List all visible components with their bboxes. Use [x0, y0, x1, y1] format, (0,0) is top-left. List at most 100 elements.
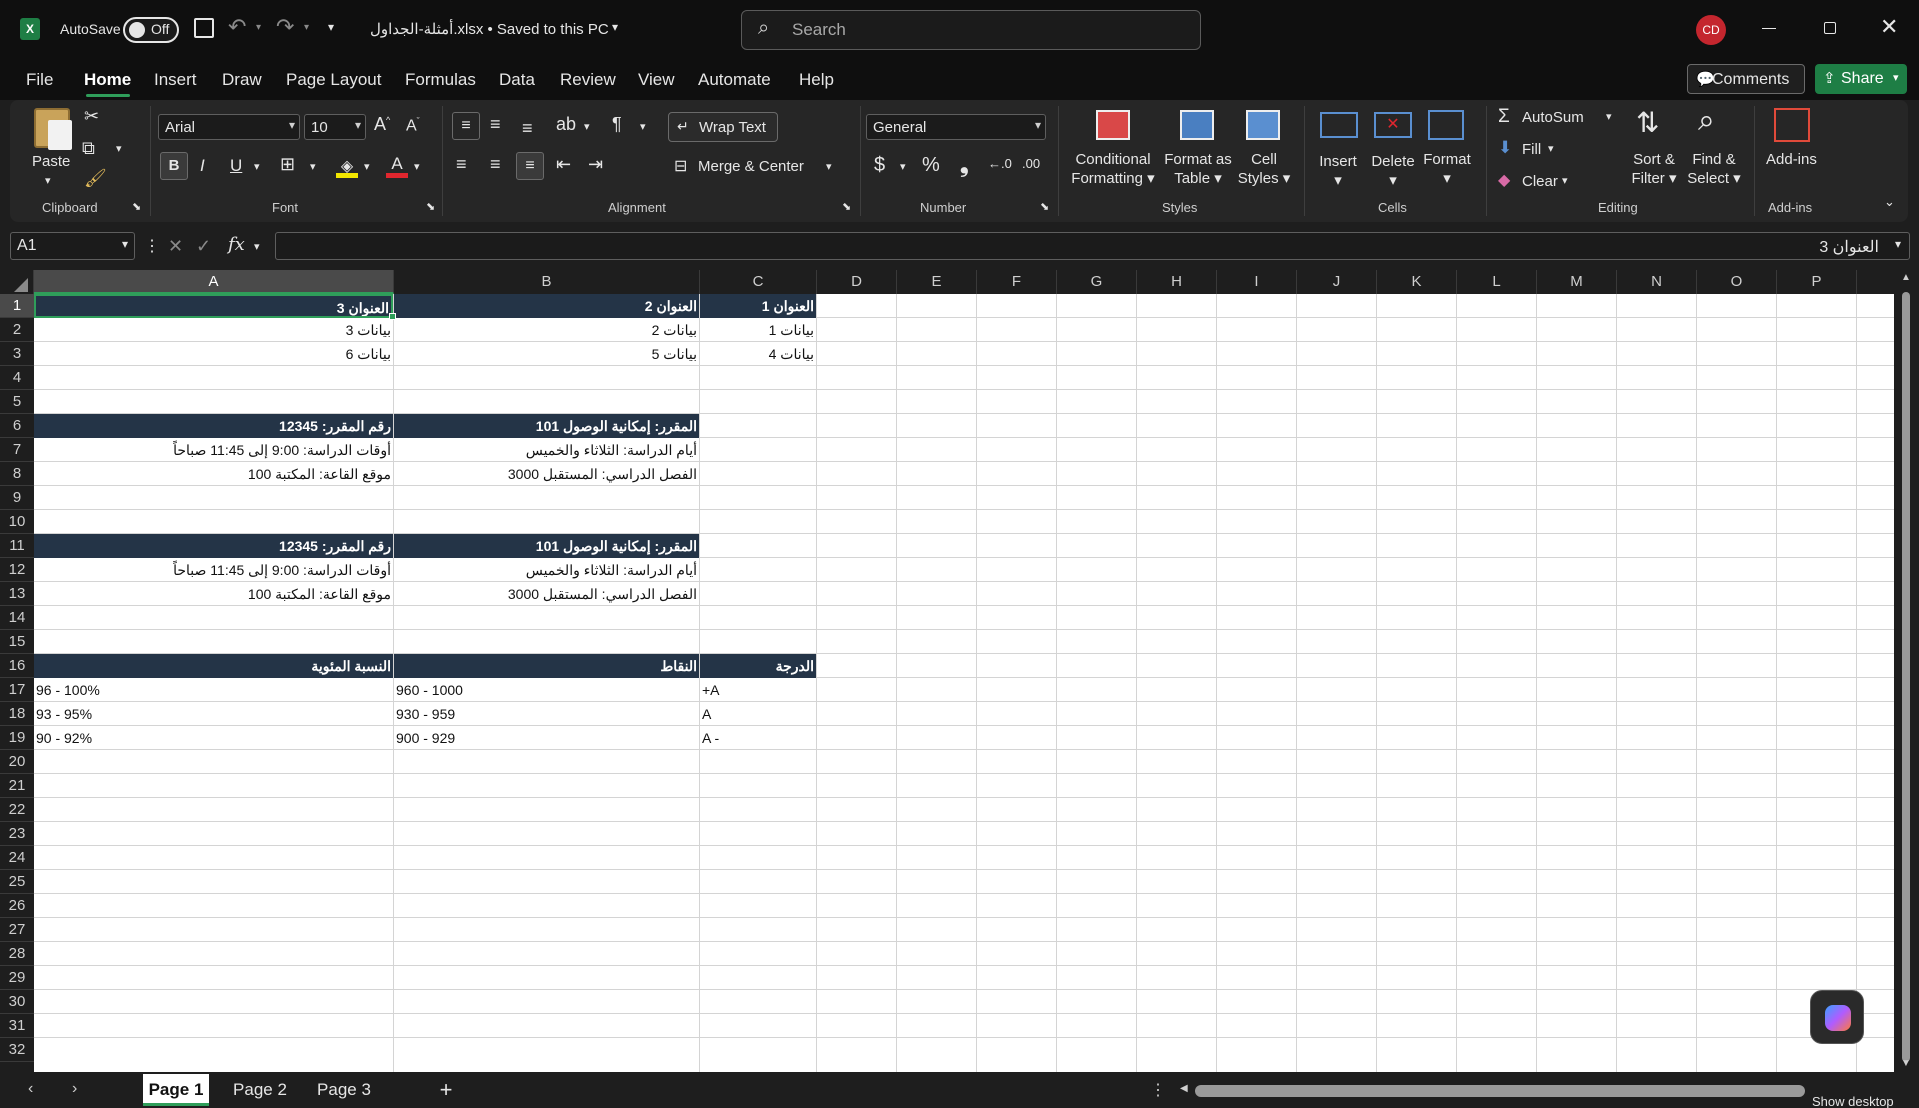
- font-family-select[interactable]: Arial ▾: [158, 114, 300, 140]
- copy-dropdown-icon[interactable]: ▾: [116, 142, 122, 155]
- search-box[interactable]: ⌕ Search: [741, 10, 1201, 50]
- row-header[interactable]: 23: [0, 822, 34, 846]
- decrease-indent-icon[interactable]: ⇤: [556, 154, 571, 175]
- cell-c3[interactable]: بيانات 4: [700, 342, 816, 366]
- percent-icon[interactable]: %: [922, 154, 940, 177]
- comma-style-icon[interactable]: ❟: [960, 152, 969, 178]
- tab-view[interactable]: View: [638, 70, 675, 90]
- row-header[interactable]: 30: [0, 990, 34, 1014]
- tab-formulas[interactable]: Formulas: [405, 70, 476, 90]
- cell-styles-button[interactable]: Cell Styles ▾: [1236, 150, 1292, 188]
- tab-file[interactable]: File: [26, 70, 53, 90]
- cell-a18[interactable]: 93 - 95%: [34, 702, 393, 726]
- more-options-icon[interactable]: ⋮: [144, 236, 160, 256]
- row-header[interactable]: 31: [0, 1014, 34, 1038]
- column-header-n[interactable]: N: [1617, 270, 1697, 294]
- row-header[interactable]: 6: [0, 414, 34, 438]
- cancel-entry-icon[interactable]: ✕: [168, 236, 183, 257]
- add-ins-button[interactable]: Add-ins: [1766, 150, 1817, 169]
- italic-button[interactable]: I: [200, 156, 205, 176]
- font-size-select[interactable]: 10 ▾: [304, 114, 366, 140]
- column-header-k[interactable]: K: [1377, 270, 1457, 294]
- delete-cells-button[interactable]: Delete ▾: [1366, 152, 1420, 190]
- column-header-o[interactable]: O: [1697, 270, 1777, 294]
- cell-a1[interactable]: العنوان 3: [34, 294, 393, 318]
- underline-dropdown-icon[interactable]: ▾: [254, 160, 260, 173]
- row-header[interactable]: 5: [0, 390, 34, 414]
- align-middle-icon[interactable]: ≡: [490, 114, 501, 135]
- column-header-d[interactable]: D: [817, 270, 897, 294]
- expand-formula-icon[interactable]: ▾: [1895, 237, 1901, 251]
- row-header[interactable]: 18: [0, 702, 34, 726]
- cell-c2[interactable]: بيانات 1: [700, 318, 816, 342]
- row-header[interactable]: 29: [0, 966, 34, 990]
- column-header-h[interactable]: H: [1137, 270, 1217, 294]
- confirm-entry-icon[interactable]: ✓: [196, 236, 211, 257]
- row-header[interactable]: 28: [0, 942, 34, 966]
- decrease-decimal-icon[interactable]: .00: [1022, 156, 1040, 171]
- cell-b17[interactable]: 960 - 1000: [394, 678, 699, 702]
- cell-c17[interactable]: +A: [700, 678, 816, 702]
- cell-a19[interactable]: 90 - 92%: [34, 726, 393, 750]
- tab-options-icon[interactable]: ⋮: [1150, 1080, 1166, 1100]
- decrease-font-size-icon[interactable]: Aˇ: [406, 116, 420, 135]
- row-header[interactable]: 24: [0, 846, 34, 870]
- name-box[interactable]: A1 ▾: [10, 232, 135, 260]
- row-header[interactable]: 4: [0, 366, 34, 390]
- merge-center-button[interactable]: ⊟ Merge & Center ▾: [670, 154, 840, 182]
- row-header[interactable]: 14: [0, 606, 34, 630]
- cell-c18[interactable]: A: [700, 702, 816, 726]
- scroll-up-icon[interactable]: ▲: [1901, 272, 1911, 283]
- row-header[interactable]: 2: [0, 318, 34, 342]
- tab-automate[interactable]: Automate: [698, 70, 771, 90]
- column-header-g[interactable]: G: [1057, 270, 1137, 294]
- cell-a16[interactable]: النسبة المئوية: [34, 654, 393, 678]
- find-select-button[interactable]: Find & Select ▾: [1684, 150, 1744, 188]
- cell-b2[interactable]: بيانات 2: [394, 318, 699, 342]
- row-header[interactable]: 1: [0, 294, 34, 318]
- cell-b16[interactable]: النقاط: [394, 654, 699, 678]
- tab-review[interactable]: Review: [560, 70, 616, 90]
- copilot-button[interactable]: [1810, 990, 1864, 1044]
- copy-icon[interactable]: ⧉: [82, 138, 95, 159]
- cell-b7[interactable]: أيام الدراسة: الثلاثاء والخميس: [394, 438, 699, 462]
- row-header[interactable]: 26: [0, 894, 34, 918]
- cell-a12[interactable]: أوقات الدراسة: 9:00 إلى 11:45 صباحاً: [34, 558, 393, 582]
- cell-a6[interactable]: رقم المقرر: 12345: [34, 414, 393, 438]
- cell-b1[interactable]: العنوان 2: [394, 294, 699, 318]
- row-header[interactable]: 15: [0, 630, 34, 654]
- text-direction-icon[interactable]: ¶: [612, 114, 622, 135]
- borders-dropdown-icon[interactable]: ▾: [310, 160, 316, 173]
- column-header-i[interactable]: I: [1217, 270, 1297, 294]
- redo-dropdown-icon[interactable]: ▾: [304, 22, 309, 33]
- tab-data[interactable]: Data: [499, 70, 535, 90]
- tab-draw[interactable]: Draw: [222, 70, 262, 90]
- clear-button[interactable]: ◆ Clear ▾: [1498, 170, 1578, 194]
- minimize-icon[interactable]: [1762, 28, 1776, 29]
- row-header[interactable]: 22: [0, 798, 34, 822]
- borders-icon[interactable]: ⊞: [280, 154, 295, 175]
- formula-input[interactable]: العنوان 3 ▾: [275, 232, 1910, 260]
- cell-a13[interactable]: موقع القاعة: المكتبة 100: [34, 582, 393, 606]
- currency-dropdown-icon[interactable]: ▾: [900, 160, 906, 173]
- comments-button[interactable]: 💬 Comments: [1687, 64, 1805, 94]
- column-header-l[interactable]: L: [1457, 270, 1537, 294]
- autosave-toggle[interactable]: Off: [123, 17, 179, 43]
- cell-b18[interactable]: 930 - 959: [394, 702, 699, 726]
- underline-button[interactable]: U: [230, 156, 242, 176]
- restore-icon[interactable]: [1824, 22, 1836, 34]
- align-left-icon[interactable]: ≡: [456, 154, 467, 175]
- row-header[interactable]: 12: [0, 558, 34, 582]
- cut-icon[interactable]: ✂: [84, 106, 99, 127]
- format-painter-icon[interactable]: 🖌: [84, 168, 107, 189]
- align-center-icon[interactable]: ≡: [490, 154, 501, 175]
- customize-toolbar-icon[interactable]: ▾: [328, 20, 334, 34]
- align-right-icon[interactable]: ≡: [516, 152, 544, 180]
- avatar[interactable]: CD: [1696, 15, 1726, 45]
- fill-color-dropdown-icon[interactable]: ▾: [364, 160, 370, 173]
- cell-a17[interactable]: 96 - 100%: [34, 678, 393, 702]
- cell-b8[interactable]: الفصل الدراسي: المستقبل 3000: [394, 462, 699, 486]
- undo-icon[interactable]: ↶: [228, 14, 246, 40]
- row-header[interactable]: 8: [0, 462, 34, 486]
- undo-dropdown-icon[interactable]: ▾: [256, 22, 261, 33]
